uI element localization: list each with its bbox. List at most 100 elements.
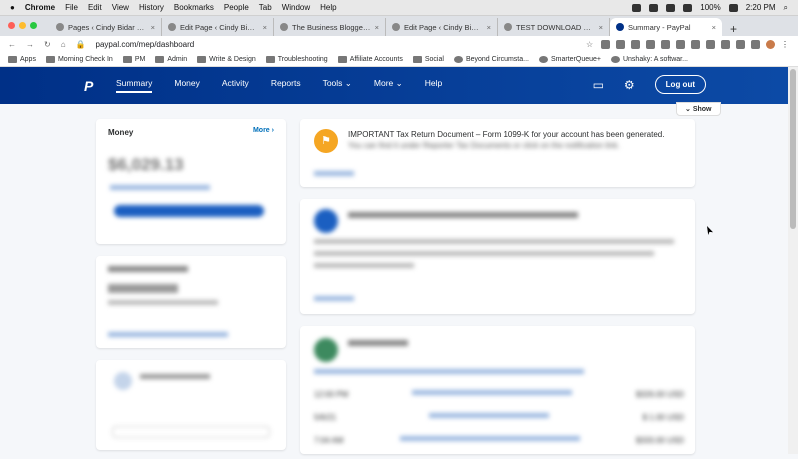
nav-more[interactable]: More ⌄ [374,78,403,93]
activity-desc [429,413,550,418]
main-nav: Summary Money Activity Reports Tools ⌄ M… [116,78,442,93]
bookmark-link[interactable]: Unshaky: A softwar... [610,55,688,63]
nav-tools[interactable]: Tools ⌄ [323,78,352,93]
extension-icon[interactable] [616,39,625,49]
extension-icon[interactable] [646,39,655,49]
paypal-logo-icon[interactable]: P [84,78,98,94]
scrollbar-thumb[interactable] [790,69,796,229]
bookmark-folder[interactable]: Admin [155,55,187,63]
star-icon[interactable]: ☆ [586,40,595,49]
browser-tab[interactable]: The Business Blogger's C × [274,18,386,36]
bookmark-folder[interactable]: Social [412,55,444,63]
minimize-window-icon[interactable] [19,22,26,29]
mac-menubar: ● Chrome File Edit View History Bookmark… [0,0,798,16]
close-tab-icon[interactable]: × [263,23,267,32]
lock-icon[interactable]: 🔒 [76,40,86,49]
folder-icon [155,55,165,63]
apps-grid-icon [8,55,17,63]
close-tab-icon[interactable]: × [599,23,603,32]
logout-button[interactable]: Log out [654,75,706,94]
close-tab-icon[interactable]: × [712,23,716,32]
menu-app-name[interactable]: Chrome [25,3,55,12]
gear-icon[interactable]: ⚙ [624,78,635,92]
favicon-icon [504,23,512,31]
home-icon[interactable]: ⌂ [61,40,66,49]
bookmark-folder[interactable]: Write & Design [197,55,256,63]
blurred-tabs[interactable] [314,369,584,374]
status-icon[interactable] [649,3,659,12]
apple-icon[interactable]: ● [10,3,15,12]
close-tab-icon[interactable]: × [151,23,155,32]
bookmark-folder[interactable]: Troubleshooting [265,55,328,63]
nav-help[interactable]: Help [425,78,442,93]
menu-tab[interactable]: Tab [259,3,272,12]
activity-row[interactable]: 12:00 PM $326.00 USD [314,390,684,413]
extension-icon[interactable] [706,39,715,49]
status-icon[interactable] [666,3,676,12]
profile-avatar[interactable] [766,39,775,49]
extension-icon[interactable] [751,39,760,49]
nav-reports[interactable]: Reports [271,78,301,93]
kebab-menu-icon[interactable]: ⋮ [781,40,790,49]
site-icon [538,55,548,63]
browser-tab-active[interactable]: Summary - PayPal × [610,18,722,36]
bookmarks-bar: Apps Morning Check In PM Admin Write & D… [0,52,798,67]
menu-edit[interactable]: Edit [88,3,102,12]
blurred-title [108,266,188,272]
extension-icon[interactable] [661,39,670,49]
extension-icon[interactable] [676,39,685,49]
extension-icon[interactable] [736,39,745,49]
activity-row[interactable]: 5/6/21 $ 1.00 USD [314,413,684,436]
back-icon[interactable]: ← [8,40,16,49]
reload-icon[interactable]: ↻ [44,40,51,49]
browser-tab[interactable]: Edit Page ‹ Cindy Bidar —× [386,18,498,36]
message-icon[interactable]: ▭ [593,78,604,92]
blurred-link[interactable] [108,332,228,337]
blurred-link[interactable] [314,171,354,176]
search-icon[interactable]: ⌕ [784,3,788,13]
show-button[interactable]: ⌄ Show [676,102,721,116]
money-more-link[interactable]: More › [253,127,274,134]
bookmark-link[interactable]: Beyond Circumsta... [453,55,529,63]
nav-money[interactable]: Money [174,78,200,93]
nav-summary[interactable]: Summary [116,78,153,93]
menu-file[interactable]: File [65,3,78,12]
close-tab-icon[interactable]: × [487,23,491,32]
activity-row[interactable]: 7:04 AM $333.00 USD [314,436,684,459]
bookmark-apps[interactable]: Apps [8,55,36,63]
nav-activity[interactable]: Activity [222,78,249,93]
extension-icon[interactable] [631,39,640,49]
browser-tab[interactable]: Edit Page ‹ Cindy Bidar —× [162,18,274,36]
blurred-input[interactable] [112,426,270,438]
transfer-button[interactable] [114,205,264,217]
wifi-icon[interactable] [683,3,693,12]
extension-icon[interactable] [601,39,610,49]
menu-help[interactable]: Help [320,3,336,12]
status-icon[interactable] [632,3,642,12]
balance-link[interactable] [110,185,210,190]
browser-tab[interactable]: TEST DOWNLOAD PAGE× [498,18,610,36]
forward-icon[interactable]: → [26,40,34,49]
close-tab-icon[interactable]: × [375,23,379,32]
browser-tab[interactable]: Pages ‹ Cindy Bidar — Wo× [50,18,162,36]
menu-people[interactable]: People [224,3,249,12]
extension-icon[interactable] [691,39,700,49]
extension-icon[interactable] [721,39,730,49]
zoom-window-icon[interactable] [30,22,37,29]
blurred-link[interactable] [314,296,354,301]
bookmark-folder[interactable]: Affiliate Accounts [337,55,403,63]
bookmark-folder[interactable]: Morning Check In [45,55,113,63]
scrollbar[interactable] [788,67,798,454]
menu-history[interactable]: History [139,3,164,12]
url-input[interactable]: paypal.com/mep/dashboard [96,40,195,49]
menu-window[interactable]: Window [282,3,310,12]
bookmark-link[interactable]: SmarterQueue+ [538,55,601,63]
clock[interactable]: 2:20 PM [746,3,776,12]
new-tab-button[interactable]: + [722,22,745,36]
battery-icon[interactable] [728,3,738,12]
close-window-icon[interactable] [8,22,15,29]
menu-bookmarks[interactable]: Bookmarks [174,3,214,12]
bookmark-folder[interactable]: PM [122,55,145,63]
blurred-icon [314,209,338,233]
menu-view[interactable]: View [112,3,129,12]
